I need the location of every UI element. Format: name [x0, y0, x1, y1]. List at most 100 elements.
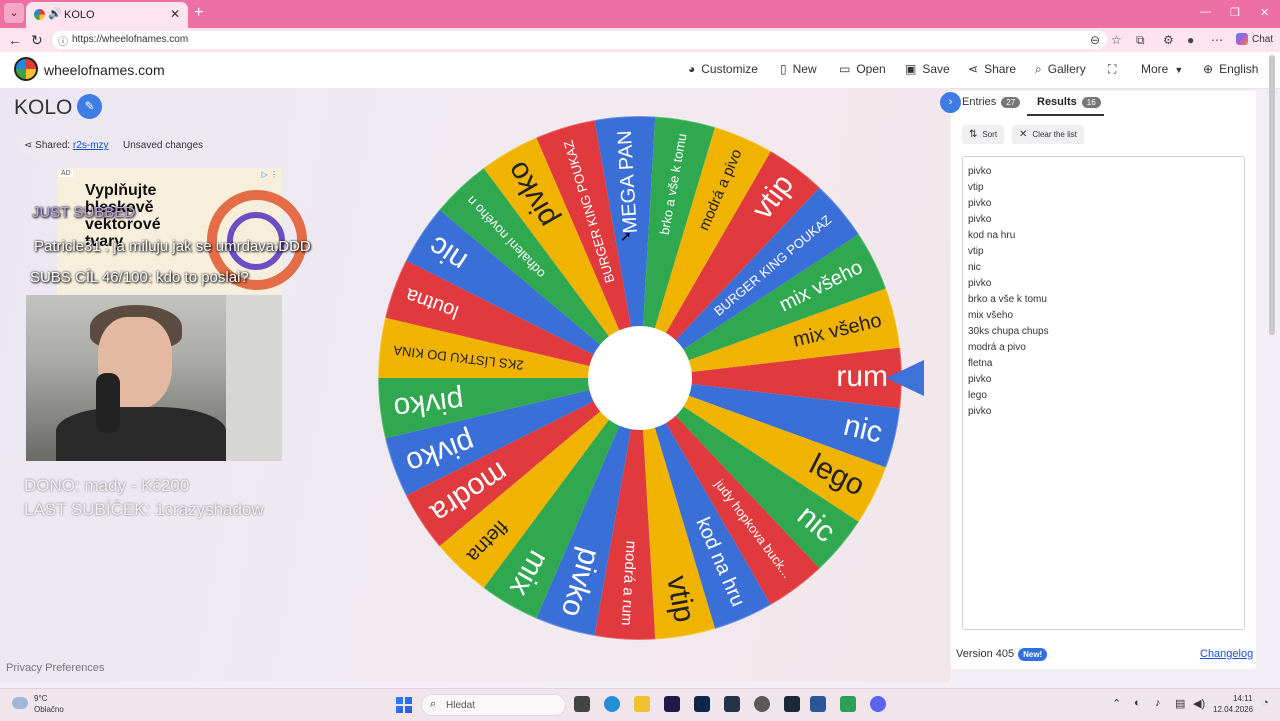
chevron-right-icon: › — [948, 96, 953, 108]
open-button[interactable]: ▭ Open — [839, 62, 886, 76]
microphone-icon — [96, 373, 120, 433]
minimize-icon[interactable]: — — [1200, 6, 1211, 18]
just-subbed-text: JUST SUBBED — [32, 204, 136, 221]
network-icon[interactable]: ▤ — [1175, 697, 1185, 710]
new-button[interactable]: ▯ New — [780, 62, 817, 76]
folder-icon: ▭ — [839, 62, 851, 76]
share-small-icon: ⋖ — [24, 140, 33, 151]
edge-browser-icon[interactable] — [604, 696, 620, 712]
refresh-icon[interactable]: ↻ — [31, 32, 43, 49]
save-button[interactable]: ▣ Save — [905, 62, 950, 76]
share-button[interactable]: ⋖ Share — [968, 62, 1016, 76]
task-view-icon[interactable] — [574, 696, 590, 712]
new-tab-icon[interactable]: + — [194, 4, 203, 22]
premiere-icon[interactable] — [664, 696, 680, 712]
share-icon: ⋖ — [968, 62, 979, 76]
page-scrollbar[interactable] — [1269, 55, 1275, 335]
browser-tab[interactable]: 🔊 KOLO ✕ — [26, 2, 188, 28]
shared-link-chip[interactable]: ⋖ Shared: r2s-mzy — [18, 137, 115, 155]
browser-tab-bar: ⌄ 🔊 KOLO ✕ + — ❐ ✕ — [0, 0, 1280, 28]
pencil-icon: ✎ — [84, 99, 95, 113]
weather-temp[interactable]: 9°C — [34, 694, 47, 703]
obs-icon[interactable] — [754, 696, 770, 712]
site-name[interactable]: wheelofnames.com — [44, 62, 165, 78]
spin-wheel[interactable]: rum nic lego nic judy hopkova buck... kod na … — [376, 114, 904, 642]
speaker-icon[interactable]: 🔊 — [48, 7, 62, 20]
collections-icon[interactable]: ⚙ — [1163, 33, 1174, 47]
reader-mode-icon[interactable]: ⊖ — [1090, 33, 1100, 47]
list-item: pivko — [968, 278, 992, 289]
new-file-icon: ▯ — [780, 62, 787, 76]
mic-tray-icon[interactable]: ♪ — [1155, 697, 1161, 709]
tab-close-icon[interactable]: ✕ — [170, 7, 180, 21]
favorite-star-icon[interactable]: ☆ — [1111, 33, 1122, 47]
search-icon: ⌕ — [1035, 62, 1042, 76]
wheel-favicon-icon — [34, 9, 45, 20]
window-close-icon[interactable]: ✕ — [1260, 6, 1269, 19]
more-label: More — [1141, 62, 1169, 76]
subs-goal-text: SUBS CÍL 46/100: kdo to poslal? — [30, 269, 249, 286]
discord-icon[interactable] — [870, 696, 886, 712]
taskbar-search[interactable]: ⌕ Hledat — [421, 694, 566, 716]
customize-button[interactable]: ◕ Customize — [688, 62, 758, 76]
app-icon[interactable] — [724, 696, 740, 712]
address-toolbar: ← ↻ ⓘ https://wheelofnames.com ⊖ ☆ ⧉ ⚙ ●… — [0, 28, 1280, 52]
ad-info-icon[interactable]: ▷ ⋮ — [262, 170, 278, 179]
notepad-icon[interactable] — [840, 696, 856, 712]
share-label: Share — [984, 62, 1017, 76]
collapse-panel-button[interactable]: › — [940, 92, 961, 113]
address-bar[interactable]: ⓘ https://wheelofnames.com — [52, 31, 1107, 49]
copilot-icon[interactable] — [1236, 33, 1248, 45]
customize-label: Customize — [701, 62, 758, 76]
file-explorer-icon[interactable] — [634, 696, 650, 712]
list-item: fletna — [968, 358, 993, 369]
privacy-preferences-link[interactable]: Privacy Preferences — [6, 662, 104, 674]
site-logo-icon[interactable] — [14, 57, 38, 81]
language-button[interactable]: ⊕ English — [1203, 62, 1258, 76]
tray-app-icon[interactable]: ◐ — [1134, 697, 1141, 709]
start-menu-icon[interactable] — [396, 697, 412, 713]
photoshop-icon[interactable] — [694, 696, 710, 712]
list-item: lego — [968, 390, 987, 401]
wheel-segment-label: rum — [836, 360, 888, 393]
notifications-icon[interactable]: ◔ — [1262, 697, 1269, 709]
tray-chevron-icon[interactable]: ⌃ — [1112, 697, 1121, 710]
volume-icon[interactable]: ◀) — [1193, 697, 1205, 710]
profile-icon[interactable]: ● — [1187, 33, 1194, 47]
results-list: pivko vtip pivko pivko kod na hru vtip n… — [968, 164, 1049, 420]
shared-code-link[interactable]: r2s-mzy — [73, 140, 109, 151]
clock-time[interactable]: 14:11 — [1233, 694, 1252, 703]
more-options-icon[interactable]: ⋯ — [1211, 33, 1223, 47]
tab-results[interactable]: Results 16 — [1037, 96, 1101, 108]
weather-condition[interactable]: Oblačno — [34, 705, 64, 714]
list-item: pivko — [968, 406, 992, 417]
clock-date[interactable]: 12.04.2026 — [1213, 705, 1253, 714]
wheel-center-hub[interactable] — [588, 326, 692, 430]
sort-button[interactable]: ⇅ Sort — [962, 125, 1005, 144]
site-info-icon[interactable]: ⓘ — [58, 33, 68, 48]
chat-message: Patricle31 : ja miluju jak se umrdava:DD… — [34, 238, 311, 255]
gallery-button[interactable]: ⌕ Gallery — [1035, 62, 1086, 77]
extensions-icon[interactable]: ⧉ — [1136, 33, 1145, 48]
list-item: modrá a pivo — [968, 342, 1026, 353]
wheel-svg[interactable]: rumniclegonicjudy hopkova buck...kod na … — [376, 114, 904, 642]
tab-entries[interactable]: Entries 27 — [962, 96, 1021, 108]
cloud-icon[interactable] — [12, 697, 28, 709]
steam-icon[interactable] — [784, 696, 800, 712]
restore-icon[interactable]: ❐ — [1230, 6, 1240, 19]
tab-actions-menu-icon[interactable]: ⌄ — [4, 3, 24, 23]
version-info: Version 405 New! — [956, 648, 1048, 661]
edit-title-button[interactable]: ✎ — [77, 94, 102, 119]
fullscreen-button[interactable]: ⛶ — [1108, 62, 1122, 77]
back-icon[interactable]: ← — [8, 32, 22, 48]
chevron-down-icon: ▼ — [1174, 65, 1184, 75]
chat-label[interactable]: Chat — [1252, 34, 1273, 45]
mouse-cursor-icon: ➚ — [620, 228, 632, 244]
list-item: mix všeho — [968, 310, 1014, 321]
webcam-body — [56, 407, 226, 461]
sort-label: Sort — [982, 130, 998, 139]
more-button[interactable]: More ▼ — [1141, 62, 1183, 76]
changelog-link[interactable]: Changelog — [1200, 648, 1253, 660]
word-icon[interactable] — [810, 696, 826, 712]
clear-list-button[interactable]: ✕ Clear the list — [1012, 125, 1084, 144]
